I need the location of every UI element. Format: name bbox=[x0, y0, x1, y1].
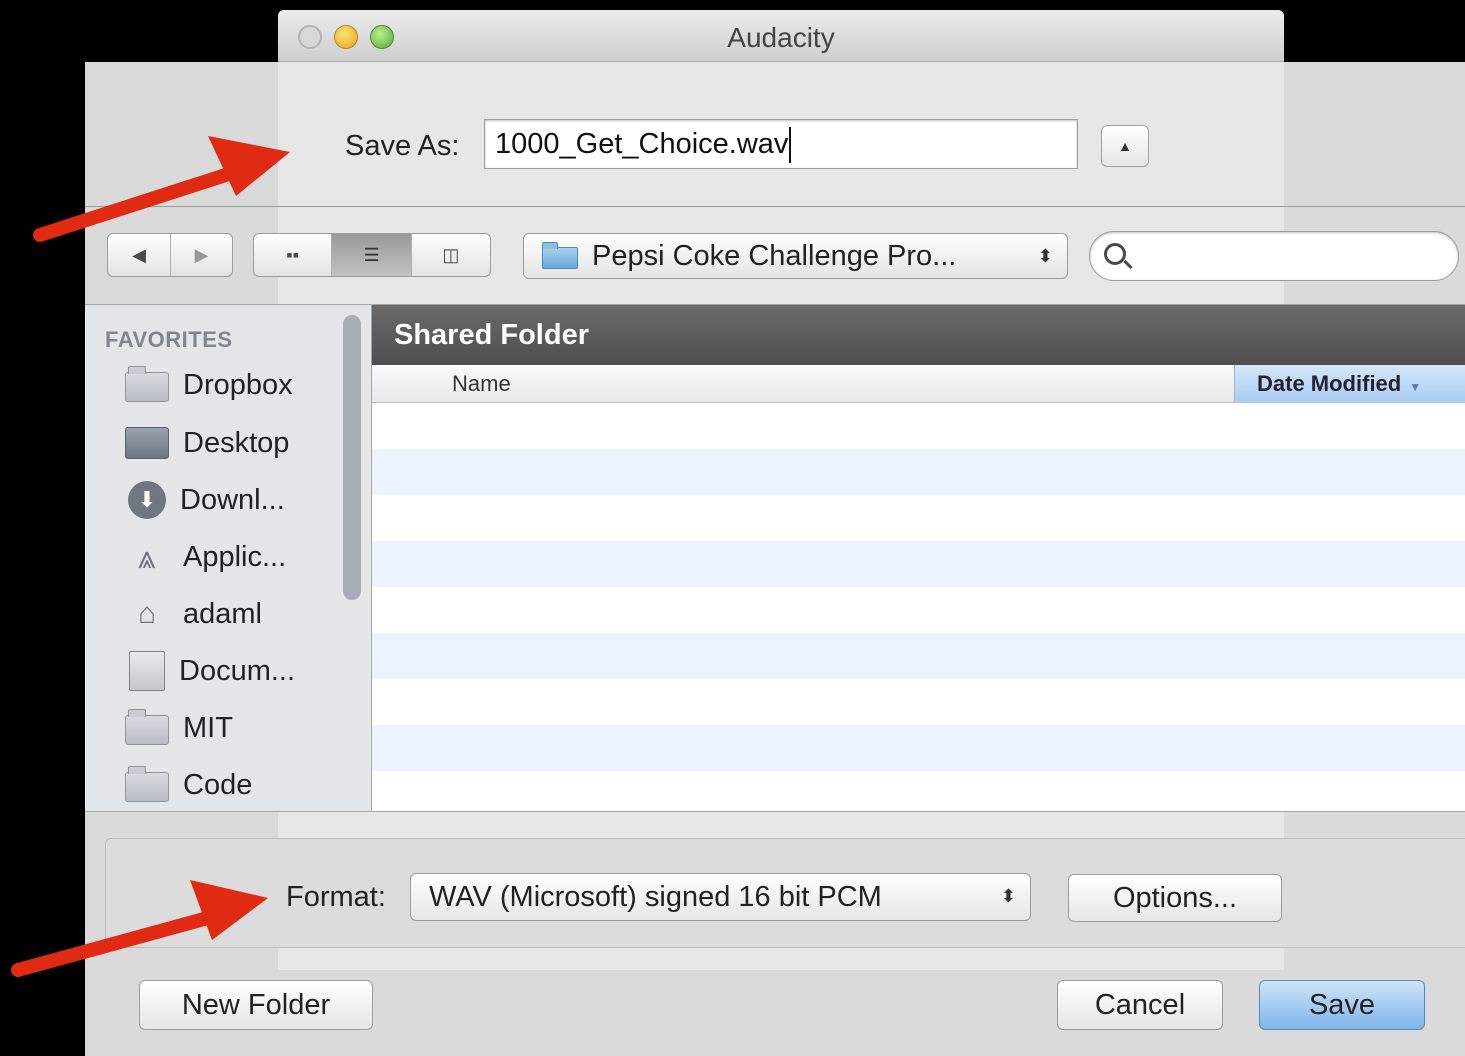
annotation-arrows bbox=[11, 136, 290, 977]
annotation-arrow-format bbox=[11, 880, 268, 977]
annotation-arrow-save-as bbox=[33, 136, 290, 242]
